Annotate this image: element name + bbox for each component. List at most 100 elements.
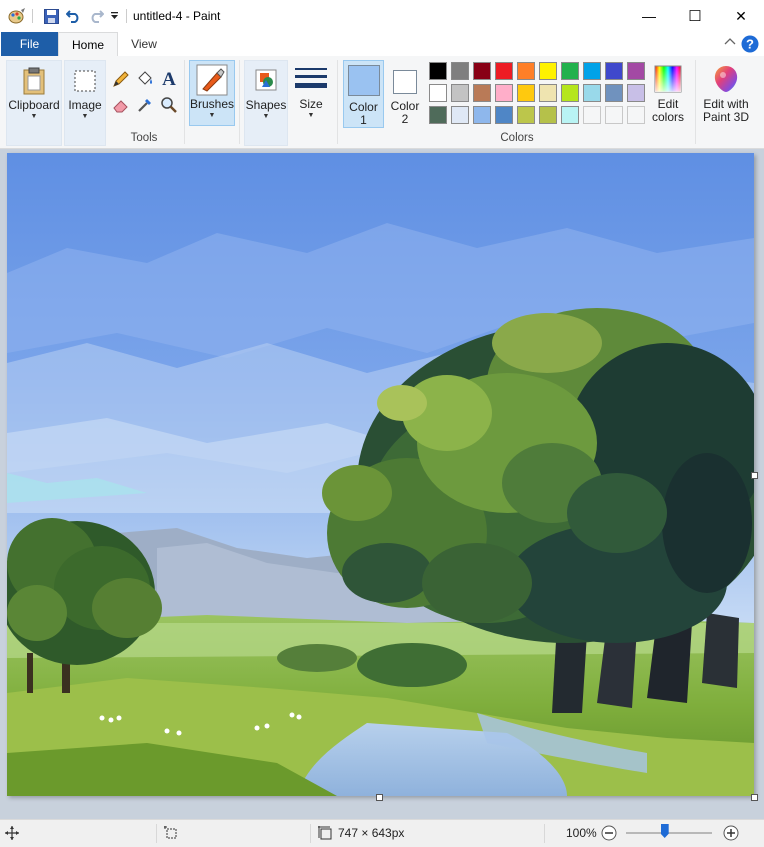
zoom-out-button[interactable] [601,825,617,841]
palette-swatch[interactable] [605,84,623,102]
paint-app-icon[interactable] [6,7,28,25]
colors-group-label: Colors [500,132,534,144]
eraser-icon[interactable] [112,96,130,114]
edit-with-paint3d-label: Edit with Paint 3D [702,97,750,124]
ribbon-tab-bar: File Home View ? [0,32,764,57]
palette-swatch[interactable] [583,84,601,102]
palette-swatch-empty[interactable] [627,106,645,124]
chevron-down-icon: ▼ [262,113,270,120]
minimize-button[interactable]: — [626,0,672,32]
palette-swatch[interactable] [473,106,491,124]
zoom-level: 100% [566,826,597,840]
palette-swatch[interactable] [451,62,469,80]
collapse-ribbon-icon[interactable] [724,37,736,47]
palette-swatch[interactable] [473,62,491,80]
ribbon: Clipboard ▼ Image ▼ A Tools Brushes ▼ Sh… [0,56,764,149]
save-icon[interactable] [40,7,62,25]
window-title: untitled-4 - Paint [133,9,221,23]
chevron-down-icon: ▼ [30,113,38,120]
cursor-position-icon [5,826,19,840]
title-separator [124,7,128,25]
customize-quick-access-icon[interactable] [108,7,120,25]
palette-swatch[interactable] [539,106,557,124]
fill-icon[interactable] [136,70,154,88]
drawing-canvas[interactable] [7,153,754,796]
canvas-workspace[interactable] [0,149,764,819]
tab-view[interactable]: View [118,32,170,56]
palette-swatch[interactable] [627,84,645,102]
color1-button[interactable]: Color 1 [343,60,384,128]
palette-swatch-empty[interactable] [583,106,601,124]
magnifier-icon[interactable] [160,96,178,114]
edit-colors-label: Edit colors [651,97,684,124]
edit-with-paint3d-button[interactable]: Edit with Paint 3D [700,60,752,130]
zoom-slider-track[interactable] [626,832,712,834]
resize-handle-bottom[interactable] [376,794,383,801]
palette-swatch[interactable] [495,106,513,124]
edit-colors-button[interactable]: Edit colors [648,60,688,130]
clipboard-button[interactable]: Clipboard ▼ [6,60,62,146]
palette-swatch[interactable] [473,84,491,102]
chevron-down-icon: ▼ [208,112,216,119]
palette-swatch[interactable] [429,62,447,80]
size-button[interactable]: Size ▼ [292,60,330,144]
tab-file[interactable]: File [1,32,58,56]
palette-swatch[interactable] [429,106,447,124]
pencil-icon[interactable] [112,70,130,88]
resize-handle-right[interactable] [751,472,758,479]
zoom-slider-thumb[interactable] [660,824,669,838]
palette-swatch[interactable] [583,62,601,80]
tools-group-label: Tools [130,132,158,144]
resize-handle-corner[interactable] [751,794,758,801]
palette-swatch[interactable] [495,62,513,80]
palette-swatch[interactable] [517,84,535,102]
palette-swatch[interactable] [451,84,469,102]
palette-swatch[interactable] [517,62,535,80]
help-icon[interactable]: ? [741,35,759,53]
title-bar: untitled-4 - Paint — ☐ ✕ [0,0,764,32]
palette-swatch[interactable] [495,84,513,102]
group-separator [184,60,185,144]
maximize-icon: ☐ [688,8,702,25]
palette-swatch[interactable] [561,106,579,124]
color-spectrum-icon [654,65,682,93]
tab-home[interactable]: Home [58,32,118,57]
palette-swatch[interactable] [627,62,645,80]
palette-swatch[interactable] [561,62,579,80]
palette-swatch-empty[interactable] [605,106,623,124]
shapes-button[interactable]: Shapes ▼ [244,60,288,146]
palette-swatch[interactable] [539,62,557,80]
palette-swatch[interactable] [561,84,579,102]
palette-swatch[interactable] [429,84,447,102]
text-icon[interactable]: A [160,68,178,88]
chevron-down-icon: ▼ [81,113,89,120]
redo-icon[interactable] [86,7,106,25]
maximize-button[interactable]: ☐ [672,0,718,32]
undo-icon[interactable] [63,7,83,25]
color-picker-icon[interactable] [136,96,154,114]
image-button[interactable]: Image ▼ [64,60,106,146]
group-separator [337,60,338,144]
size-label: Size [299,97,323,111]
svg-text:?: ? [746,37,754,52]
quick-access-separator [30,7,34,25]
close-button[interactable]: ✕ [718,0,764,32]
brushes-button[interactable]: Brushes ▼ [189,60,235,126]
palette-swatch[interactable] [517,106,535,124]
color1-swatch [347,65,380,96]
palette-swatch[interactable] [605,62,623,80]
color2-label: Color 2 [390,99,420,126]
landscape-painting [7,153,754,796]
status-separator [310,824,311,843]
brushes-label: Brushes [189,97,235,111]
shapes-label: Shapes [245,98,287,112]
zoom-in-button[interactable] [723,825,739,841]
group-separator [239,60,240,144]
clipboard-icon [23,67,45,95]
color2-button[interactable]: Color 2 [388,60,422,126]
group-separator [695,60,696,144]
line-size-icon [295,68,327,88]
palette-swatch[interactable] [539,84,557,102]
palette-swatch[interactable] [451,106,469,124]
status-bar: 747 × 643px 100% [0,819,764,847]
